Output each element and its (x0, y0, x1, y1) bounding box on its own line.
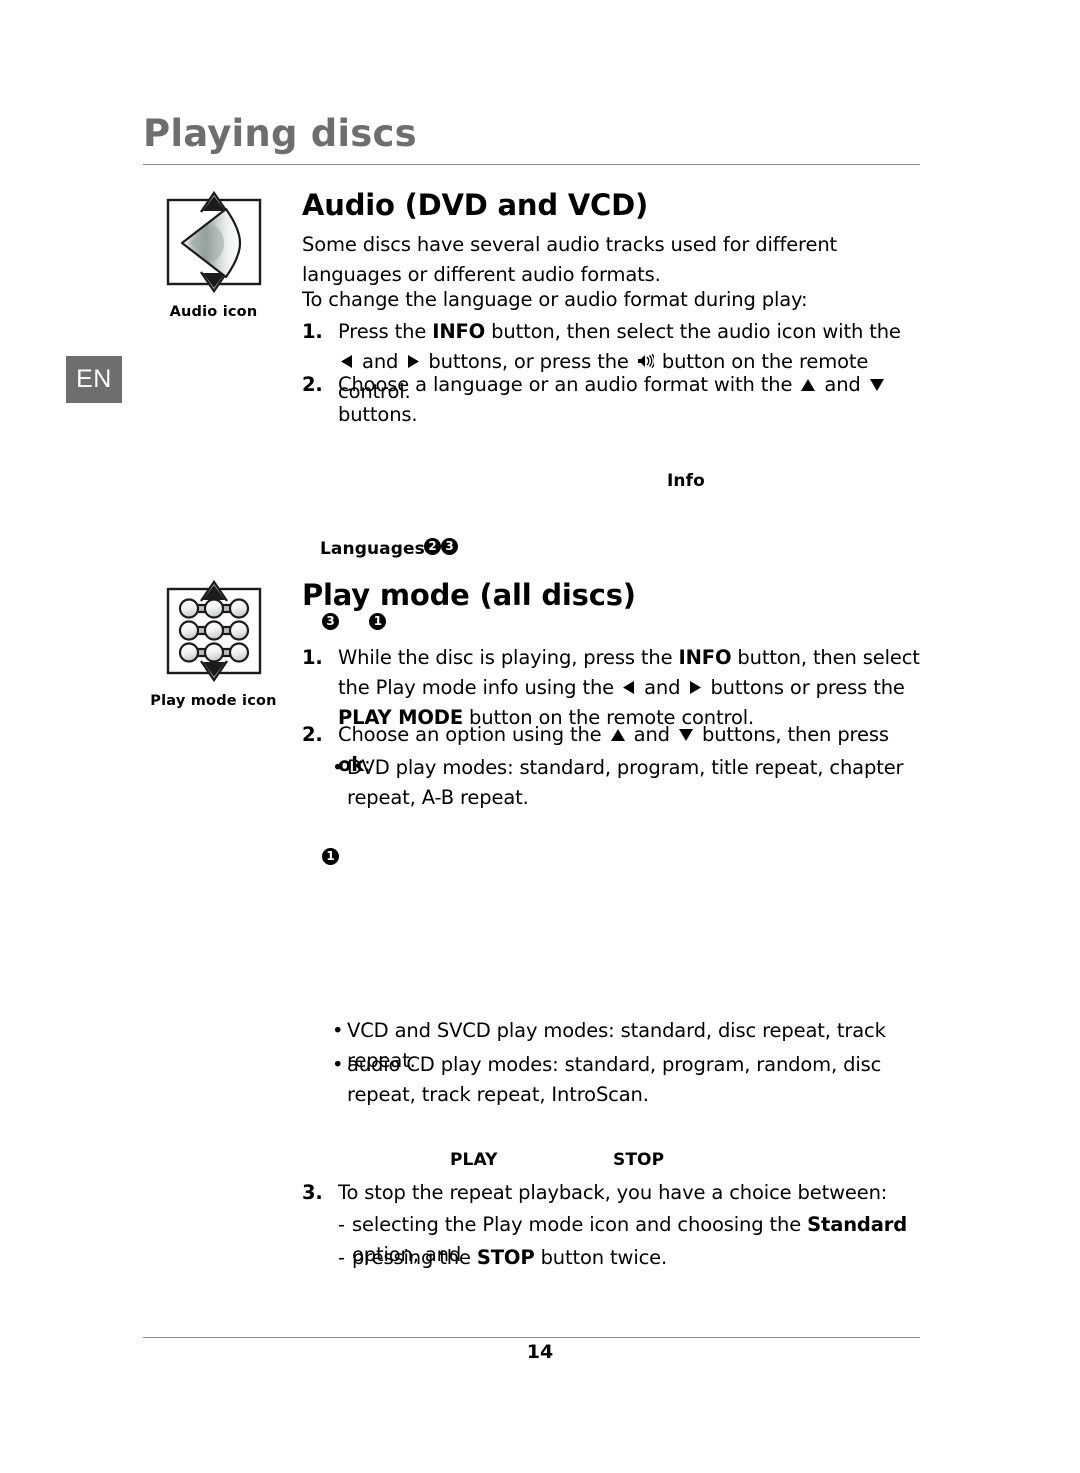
audio-step-2-part-b: and (818, 373, 867, 396)
marker-1: 1 (322, 848, 339, 866)
play-mode-step-3-text: To stop the repeat playback, you have a … (338, 1181, 888, 1204)
play-mode-bullet-cd: • audio CD play modes: standard, program… (332, 1050, 910, 1110)
languages-markers: 23 (424, 538, 458, 556)
dash-marker: - (338, 1246, 345, 1269)
audio-step-2: 2. Choose a language or an audio format … (302, 370, 920, 430)
arrow-right-icon (406, 354, 420, 369)
audio-icon-graphic (166, 190, 261, 294)
option-1-part-a: selecting the Play mode icon and choosin… (352, 1213, 808, 1236)
section-heading-audio: Audio (DVD and VCD) (302, 188, 649, 222)
option-2-part-a: pressing the (352, 1246, 477, 1269)
language-tab-en: EN (66, 356, 122, 403)
pm-step-1-part-d: buttons or press the (704, 676, 905, 699)
marker-1: 1 (369, 613, 387, 631)
audio-icon-caption: Audio icon (169, 304, 258, 320)
play-mode-icon (162, 575, 266, 687)
arrow-left-icon (622, 680, 636, 695)
audio-step-2-part-c: buttons. (338, 403, 418, 426)
pm-step-2-part-c: buttons, then press (695, 723, 889, 746)
audio-step-1-part-a: Press the (338, 320, 433, 343)
arrow-right-icon (688, 680, 702, 695)
footer-divider (143, 1337, 920, 1338)
pm-step-1-part-c: and (638, 676, 687, 699)
audio-step-1-part-b: button, then select the audio icon with … (485, 320, 901, 343)
marker-3: 3 (322, 613, 339, 631)
option-2-part-b: button twice. (534, 1246, 668, 1269)
osd-label-stop: STOP (613, 1150, 665, 1170)
bullet-text: audio CD play modes: standard, program, … (347, 1053, 882, 1106)
page-title: Playing discs (143, 112, 417, 155)
bullet-marker: • (332, 756, 344, 779)
audio-icon (162, 186, 266, 298)
marker-3: 3 (441, 538, 458, 556)
arrow-down-icon (678, 728, 694, 742)
osd-label-play: PLAY (450, 1150, 498, 1170)
osd-label-info: Info (667, 471, 705, 491)
arrow-up-icon (610, 728, 626, 742)
audio-step-2-number: 2. (302, 373, 323, 396)
arrow-left-icon (340, 354, 354, 369)
arrow-up-icon (800, 378, 816, 392)
play-mode-bullet-dvd: • DVD play modes: standard, program, tit… (332, 753, 922, 813)
header-divider (143, 164, 920, 165)
manual-page: EN Playing discs Audio icon Audio (DVD a… (0, 0, 1080, 1473)
info-button-label: INFO (678, 646, 732, 669)
arrow-down-icon (869, 378, 885, 392)
bullet-text: DVD play modes: standard, program, title… (347, 756, 904, 809)
pm-step-1-part-a: While the disc is playing, press the (338, 646, 679, 669)
audio-step-2-part-a: Choose a language or an audio format wit… (338, 373, 799, 396)
play-mode-icon-block: Play mode icon (146, 575, 281, 709)
play-mode-step-3-option-2: - pressing the STOP button twice. (338, 1243, 928, 1273)
section-heading-play-mode: Play mode (all discs) (302, 578, 636, 612)
audio-icon-block: Audio icon (146, 186, 281, 320)
pm-step-2-part-a: Choose an option using the (338, 723, 608, 746)
info-button-label: INFO (432, 320, 486, 343)
marker-2: 2 (424, 538, 441, 556)
audio-intro-paragraph: Some discs have several audio tracks use… (302, 233, 838, 286)
play-mode-step-3-number: 3. (302, 1181, 323, 1204)
play-mode-icon-caption: Play mode icon (150, 693, 277, 709)
stop-button-label: STOP (476, 1246, 535, 1269)
play-mode-heading-markers: 3 1 (322, 613, 387, 631)
bullet-marker: • (332, 1053, 344, 1076)
play-mode-standalone-marker: 1 (322, 848, 339, 866)
audio-step-2-text: Choose a language or an audio format wit… (338, 370, 920, 430)
pm-step-2-part-b: and (627, 723, 676, 746)
option-text: pressing the STOP button twice. (352, 1243, 667, 1273)
osd-label-languages: Languages (320, 539, 425, 559)
play-mode-icon-graphic (166, 579, 261, 683)
page-number: 14 (526, 1341, 554, 1363)
standard-option-label: Standard (807, 1213, 908, 1236)
audio-sound-icon (637, 353, 654, 369)
audio-leadin-paragraph: To change the language or audio format d… (302, 288, 808, 311)
play-mode-step-3: 3. To stop the repeat playback, you have… (302, 1178, 920, 1208)
